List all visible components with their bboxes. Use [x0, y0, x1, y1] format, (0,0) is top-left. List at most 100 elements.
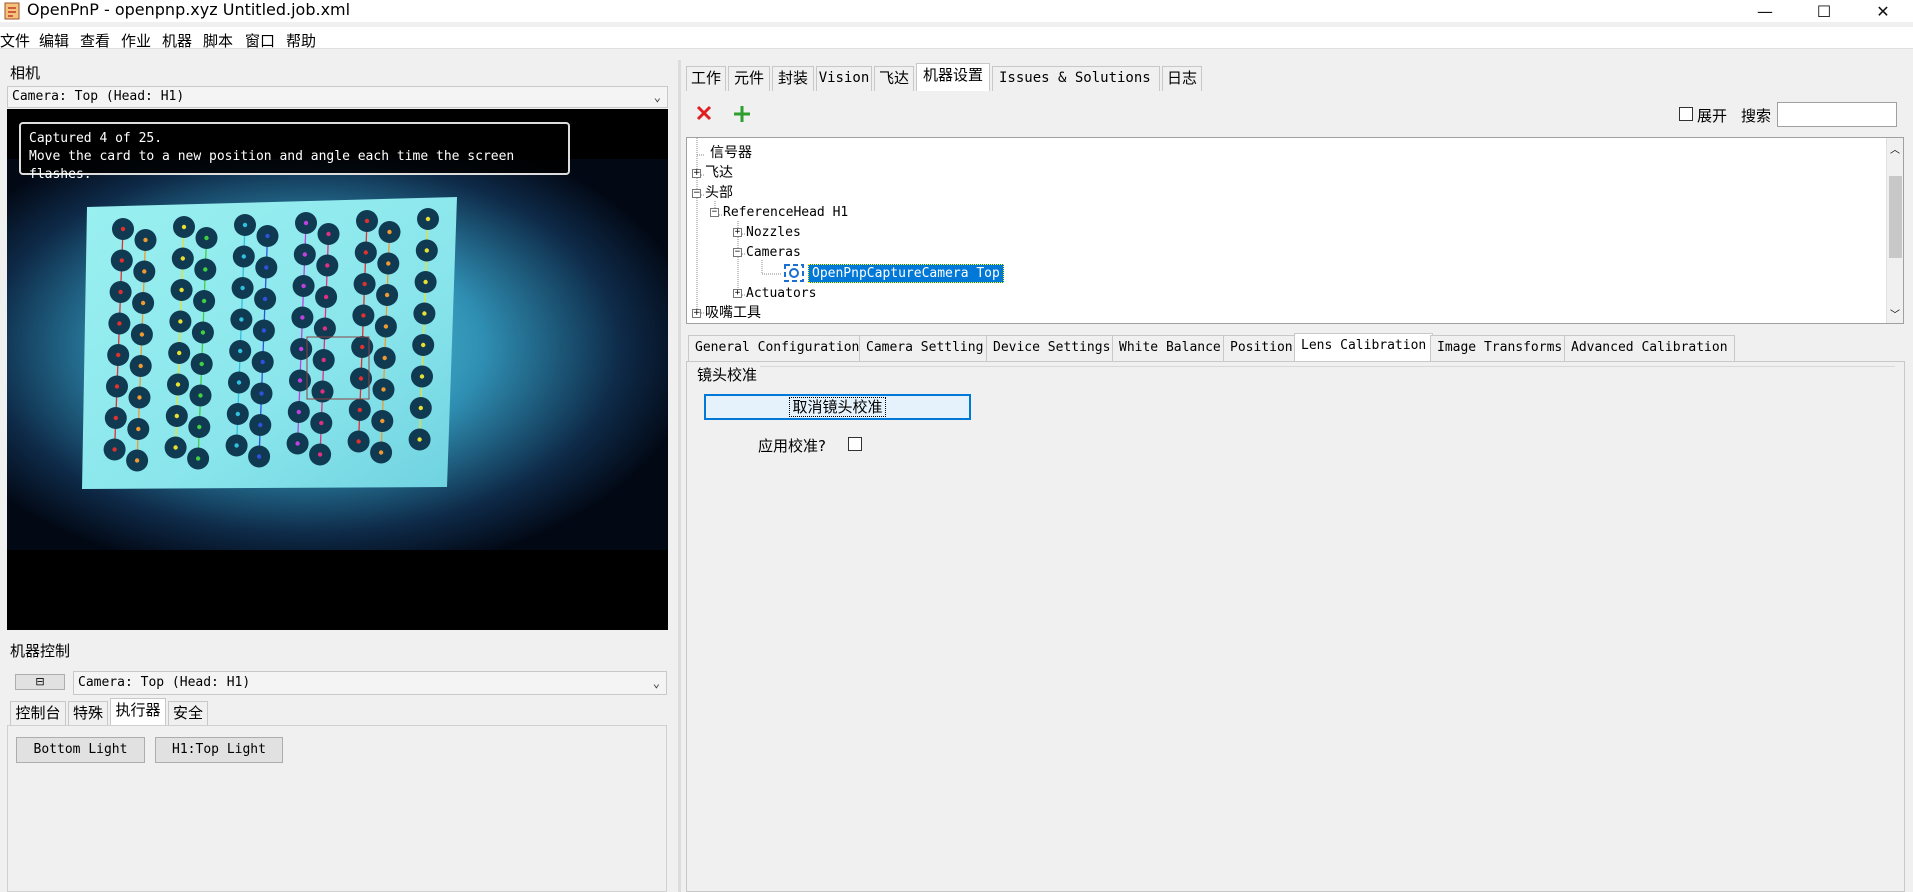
tab-console[interactable]: 控制台 — [10, 701, 66, 725]
expand-icon[interactable]: + — [733, 289, 742, 298]
calibration-dot-marker — [175, 382, 181, 387]
calibration-dot-marker — [203, 267, 208, 272]
calibration-dot-marker — [119, 258, 125, 263]
tab-actuators[interactable]: 执行器 — [110, 698, 166, 725]
add-icon[interactable] — [732, 104, 752, 124]
calibration-dot-marker — [302, 252, 307, 257]
menu-edit[interactable]: 编辑 — [39, 30, 69, 51]
expand-icon[interactable]: + — [692, 168, 701, 178]
tree-item-feeders[interactable]: + 飞达 — [692, 164, 733, 182]
tab-parts[interactable]: 元件 — [728, 66, 770, 91]
tree-item-heads[interactable]: − 头部 — [692, 184, 733, 202]
machine-tree[interactable]: … 信号器 +飞达 −头部 −ReferenceHead H1 +Nozzles… — [686, 137, 1904, 324]
tab-device-settings[interactable]: Device Settings — [986, 335, 1118, 361]
java-app-icon — [4, 2, 20, 20]
tree-item-nozzle-tips[interactable]: + 吸嘴工具 — [692, 304, 761, 322]
calibration-dot-marker — [384, 292, 390, 298]
tab-camera-settling[interactable]: Camera Settling — [859, 335, 991, 361]
tab-lens-calibration[interactable]: Lens Calibration — [1294, 333, 1434, 361]
tab-vision[interactable]: Vision — [816, 66, 872, 91]
calibration-dot-marker — [116, 352, 121, 358]
scroll-down-icon[interactable]: ﹀ — [1890, 306, 1900, 321]
expand-icon[interactable]: + — [733, 228, 742, 237]
calibration-dot-marker — [118, 289, 123, 295]
collapse-icon[interactable]: − — [692, 188, 701, 198]
calibration-dot-marker — [134, 458, 140, 463]
menu-job[interactable]: 作业 — [121, 30, 151, 51]
tab-job[interactable]: 工作 — [686, 66, 726, 91]
tab-packages[interactable]: 封装 — [772, 66, 814, 91]
maximize-button[interactable]: ☐ — [1801, 0, 1847, 22]
tab-log[interactable]: 日志 — [1162, 66, 1202, 91]
tree-item-nozzles[interactable]: + Nozzles — [733, 224, 801, 242]
collapse-icon[interactable]: − — [733, 248, 742, 257]
menu-file[interactable]: 文件 — [0, 30, 30, 51]
calibration-dot-marker — [137, 395, 142, 400]
menu-view[interactable]: 查看 — [80, 30, 110, 51]
camera-view[interactable]: Captured 4 of 25. Move the card to a new… — [7, 109, 668, 630]
close-button[interactable]: ✕ — [1860, 0, 1906, 22]
scrollbar-thumb[interactable] — [1889, 176, 1902, 258]
menu-help[interactable]: 帮助 — [286, 30, 316, 51]
tab-issues-solutions[interactable]: Issues & Solutions — [992, 66, 1160, 105]
calibration-dot-marker — [387, 229, 392, 235]
tab-white-balance[interactable]: White Balance — [1112, 335, 1228, 361]
top-light-button[interactable]: H1:Top Light — [155, 737, 283, 763]
tree-item-head-h1[interactable]: − ReferenceHead H1 — [710, 204, 848, 222]
tree-scrollbar[interactable]: ︿ ﹀ — [1886, 138, 1903, 323]
tab-general-configuration[interactable]: General Configuration — [688, 335, 867, 361]
calibration-dot-marker — [241, 254, 246, 259]
tree-item-signalers[interactable]: 信号器 — [710, 144, 752, 162]
window-title: OpenPnP - openpnp.xyz Untitled.job.xml — [27, 0, 351, 19]
tree-item-camera-top[interactable]: OpenPnpCaptureCamera Top — [784, 263, 1004, 283]
calibration-dot-marker — [297, 378, 303, 383]
tab-special[interactable]: 特殊 — [68, 701, 108, 725]
delete-icon[interactable] — [695, 104, 713, 122]
calibration-dot-marker — [319, 420, 324, 426]
calibration-dot-marker — [362, 281, 367, 287]
tab-feeders[interactable]: 飞达 — [874, 66, 914, 91]
calibration-dot-marker — [383, 324, 389, 329]
minimize-button[interactable]: — — [1742, 0, 1788, 22]
tree-item-partial: … — [687, 138, 723, 143]
calibration-dot-marker — [325, 263, 330, 268]
calibration-dot-marker — [423, 279, 428, 285]
tree-item-heads-label: 头部 — [705, 185, 733, 201]
menu-window[interactable]: 窗口 — [245, 30, 275, 51]
menu-bar: 文件 编辑 查看 作业 机器 脚本 窗口 帮助 — [0, 27, 1913, 51]
menu-machine[interactable]: 机器 — [162, 30, 192, 51]
tree-item-head-h1-label: ReferenceHead H1 — [723, 205, 849, 220]
machine-camera-select-value: Camera: Top (Head: H1) — [78, 675, 251, 690]
tab-position[interactable]: Position — [1223, 335, 1300, 361]
expand-icon[interactable]: + — [692, 308, 701, 318]
calibration-dot-marker — [378, 450, 384, 455]
tab-advanced-calibration[interactable]: Advanced Calibration — [1564, 335, 1735, 361]
expand-checkbox[interactable] — [1679, 107, 1693, 121]
apply-calibration-checkbox[interactable] — [848, 437, 862, 451]
tab-safety[interactable]: 安全 — [168, 701, 208, 725]
menu-script[interactable]: 脚本 — [203, 30, 233, 51]
bottom-light-button[interactable]: Bottom Light — [16, 737, 145, 763]
cancel-lens-calibration-button[interactable]: 取消镜头校准 — [704, 394, 971, 420]
calibration-dot-marker — [380, 418, 385, 424]
split-pane-divider[interactable] — [678, 60, 681, 892]
machine-camera-select[interactable]: Camera: Top (Head: H1) ⌄ — [73, 671, 667, 695]
tree-item-actuators[interactable]: + Actuators — [733, 285, 816, 303]
tree-item-feeders-label: 飞达 — [705, 165, 733, 181]
calibration-dot-marker — [296, 409, 301, 415]
machine-control-label: 机器控制 — [10, 642, 71, 660]
capture-progress-text: Captured 4 of 25. — [29, 131, 163, 146]
calibration-dot-marker — [295, 441, 300, 446]
collapse-button[interactable]: ⊟ — [15, 674, 65, 690]
scroll-up-icon[interactable]: ︿ — [1890, 141, 1900, 156]
tab-machine-setup[interactable]: 机器设置 — [916, 63, 990, 91]
tree-item-cameras[interactable]: − Cameras — [733, 244, 801, 262]
camera-select[interactable]: Camera: Top (Head: H1) ⌄ — [7, 86, 668, 108]
calibration-dot-marker — [364, 218, 370, 224]
search-label: 搜索 — [1741, 107, 1772, 125]
tab-image-transforms[interactable]: Image Transforms — [1430, 335, 1570, 361]
calibration-dot-marker — [326, 231, 331, 237]
collapse-icon[interactable]: − — [710, 208, 719, 217]
search-input[interactable] — [1777, 102, 1897, 127]
calibration-dot-marker — [381, 387, 386, 392]
